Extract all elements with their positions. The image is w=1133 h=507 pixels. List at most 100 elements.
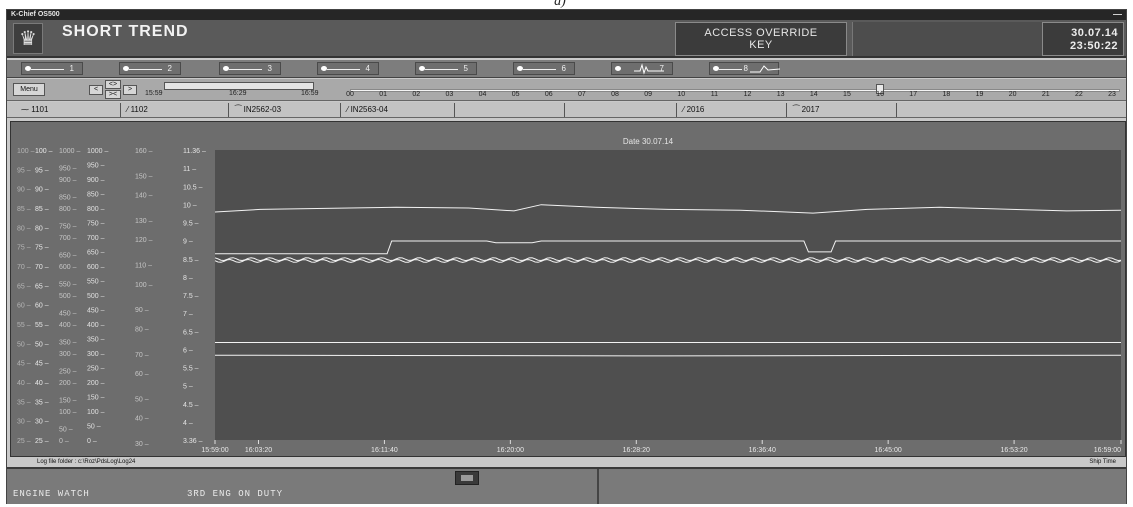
y-tick-label: 11 – [183,166,196,173]
y-tick-label: 900 – [59,177,77,184]
y-tick-label: 200 – [87,380,105,387]
y-tick-label: 300 – [59,351,77,358]
ship-time-label: Ship Time [1089,459,1116,465]
hour-label: 04 [478,91,487,98]
hour-label: 11 [710,91,719,98]
x-tick-label: 16:20:00 [497,447,524,454]
y-tick-label: 70 – [35,264,49,271]
hour-label: 23 [1108,91,1116,98]
y-tick-label: 90 – [35,187,49,194]
group-button-5[interactable]: 5 [415,62,477,75]
y-tick-label: 900 – [87,177,105,184]
range-mid-label: 16:29 [229,90,247,97]
mini-trend-icon [750,65,780,73]
hour-label: 00 [346,91,354,98]
zoom-in-button[interactable]: <> [105,80,121,89]
legend-item[interactable] [567,103,677,117]
group-button-1[interactable]: 1 [21,62,83,75]
scroll-forward-button[interactable]: > [123,85,137,95]
y-tick-label: 70 – [17,264,31,271]
y-tick-label: 150 – [59,398,77,405]
y-tick-label: 50 – [35,341,49,348]
group-line [129,69,162,70]
trend-group-bar: 1 2 3 4 5 6 7 8 [7,60,1126,78]
zoom-out-button[interactable]: >< [105,90,121,99]
trend-chart[interactable]: Date 30.07.14 100 – 95 – 90 – 85 – 80 – 75 – 70… [10,121,1126,457]
legend-item[interactable]: ⁀ 2017 [789,103,897,117]
minimize-button[interactable]: — [1113,9,1122,19]
y-tick-label: 55 – [17,322,31,329]
hour-label: 21 [1041,91,1050,98]
y-tick-label: 65 – [17,283,31,290]
legend-label: 1101 [31,105,49,114]
y-tick-label: 110 – [135,263,152,270]
y-tick-label: 30 – [135,441,149,448]
chart-title: Date 30.07.14 [623,137,674,146]
y-tick-label: 800 – [87,206,105,213]
time-range-bar[interactable] [164,82,314,90]
y-tick-label: 50 – [17,341,31,348]
y-tick-label: 8.5 – [183,257,199,264]
hour-label: 18 [942,91,951,98]
current-time: 23:50:22 [1069,40,1118,52]
legend-label: 2016 [686,105,705,114]
group-button-2[interactable]: 2 [119,62,181,75]
group-label: 6 [561,64,566,73]
group-label: 1 [69,64,74,73]
y-tick-label: 95 – [35,167,49,174]
group-button-3[interactable]: 3 [219,62,281,75]
y-tick-label: 25 – [35,438,49,445]
scroll-back-button[interactable]: < [89,85,103,95]
date-time-display: 30.07.14 23:50:22 [1042,22,1124,56]
legend-item[interactable] [457,103,565,117]
legend-label: IN2563-04 [350,105,388,114]
group-button-4[interactable]: 4 [317,62,379,75]
group-button-8[interactable]: 8 [709,62,780,75]
y-tick-label: 800 – [59,206,77,213]
legend-item[interactable]: ⁓ 1101 [17,103,121,117]
menu-button[interactable]: Menu [13,83,45,96]
legend-item[interactable]: ⁀ IN2562-03 [231,103,341,117]
y-tick-label: 150 – [87,395,105,402]
y-tick-label: 7 – [183,311,193,318]
y-tick-label: 80 – [17,225,31,232]
duty-status: 3RD ENG ON DUTY [187,489,284,499]
legend-label: 1102 [130,105,148,114]
header-bar: ♛ SHORT TREND ACCESS OVERRIDE KEY 30.07.… [7,20,1126,58]
y-tick-label: 50 – [59,427,73,434]
group-line [719,69,742,70]
access-override-label: ACCESS OVERRIDE [704,27,818,39]
legend-item[interactable]: ⁄ 2016 [679,103,787,117]
access-key-label: KEY [749,39,773,51]
x-tick-label: 16:53:20 [1000,447,1027,454]
trend-chart-svg: Date 30.07.14 100 – 95 – 90 – 85 – 80 – 75 – 70… [17,137,1122,454]
y-tick-label: 100 – [87,409,105,416]
y-tick-label: 10.5 – [183,184,203,191]
group-line [327,69,360,70]
y-tick-label: 9.5 – [183,221,199,228]
status-bar: ENGINE WATCH 3RD ENG ON DUTY [7,467,1126,504]
y-tick-label: 75 – [17,245,31,252]
y-tick-label: 450 – [87,308,105,315]
y-tick-label: 4.5 – [183,402,199,409]
legend-item[interactable]: ⁄ 1102 [123,103,229,117]
x-tick-label: 16:28:20 [623,447,650,454]
hour-label: 09 [644,91,653,98]
y-tick-label: 750 – [87,221,105,228]
group-button-6[interactable]: 6 [513,62,575,75]
page-title: SHORT TREND [62,23,189,40]
y-tick-label: 3.36 – [183,438,203,445]
y-tick-label: 950 – [87,163,105,170]
x-tick-label: 16:45:00 [875,447,902,454]
y-tick-label: 11.36 – [183,148,206,155]
y-tick-label: 95 – [17,167,31,174]
group-button-7[interactable]: 7 [611,62,673,75]
y-tick-label: 40 – [35,380,49,387]
group-indicator-icon [615,66,621,71]
hour-label: 07 [578,91,586,98]
range-end-label: 16:59 [301,90,319,97]
y-tick-label: 70 – [135,352,149,359]
access-override-button[interactable]: ACCESS OVERRIDE KEY [675,22,847,56]
legend-item[interactable]: ⁄ IN2563-04 [343,103,455,117]
monitor-icon[interactable] [455,471,479,485]
